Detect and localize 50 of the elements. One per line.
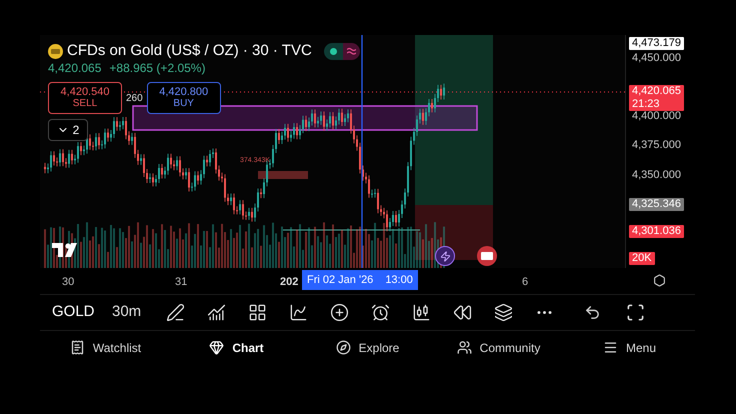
people-icon: [456, 340, 472, 355]
add-icon[interactable]: [330, 303, 349, 322]
grid-icon[interactable]: [248, 303, 267, 322]
price-label: 4,325.346: [629, 198, 684, 211]
alarm-icon[interactable]: [371, 303, 390, 322]
layers-icon[interactable]: [494, 303, 513, 322]
market-status-pill[interactable]: [324, 42, 360, 60]
spread-value: 260: [126, 92, 143, 106]
nav-tab[interactable]: Explore: [302, 338, 433, 356]
line-chart-icon[interactable]: [289, 303, 308, 322]
nav-tab[interactable]: Chart: [171, 338, 302, 356]
list-icon: [70, 340, 85, 355]
time-label: 31: [175, 275, 188, 290]
symbol-title: CFDs on Gold (US$ / OZ) · 30 · TVC: [67, 41, 312, 61]
chart-icon[interactable]: [207, 303, 226, 322]
pen-icon[interactable]: [166, 303, 185, 322]
candlestick-icon[interactable]: [412, 303, 431, 322]
sell-button[interactable]: 4,420.540 SELL: [48, 82, 122, 114]
price-label: 20K: [629, 252, 655, 265]
gem-icon: [209, 340, 224, 355]
price-label: 4,450.000: [631, 52, 682, 65]
price-change: +88.965 (+2.05%): [109, 60, 206, 77]
rewind-icon[interactable]: [453, 303, 472, 322]
time-label: 202: [280, 275, 298, 290]
nav-tab[interactable]: Menu: [564, 338, 695, 356]
time-label: 6: [522, 275, 528, 290]
wave-icon: [346, 47, 356, 56]
settings-icon[interactable]: [653, 274, 666, 287]
compass-icon: [336, 340, 351, 355]
price-label: 4,350.000: [631, 169, 682, 182]
buy-button[interactable]: 4,420.800 BUY: [146, 82, 221, 114]
fullscreen-icon[interactable]: [626, 303, 645, 322]
indicators-toggle[interactable]: 2: [48, 119, 88, 141]
nav-tab[interactable]: Watchlist: [40, 338, 171, 356]
flash-icon[interactable]: [435, 246, 455, 266]
nav-tab[interactable]: Community: [433, 338, 564, 356]
price-label: 4,400.000: [631, 110, 682, 123]
price-label: 4,473.179: [629, 37, 684, 50]
symbol-button[interactable]: GOLD: [52, 301, 112, 324]
undo-icon[interactable]: [584, 304, 601, 321]
menu-icon: [602, 340, 618, 355]
logo-icon: [52, 243, 78, 257]
interval-button[interactable]: 30m: [112, 301, 166, 324]
price-label: 4,301.036: [629, 225, 684, 238]
price-label: 4,420.065 21:23: [629, 85, 684, 111]
crosshair-time-label: Fri 02 Jan '26 13:00: [302, 270, 418, 290]
price-label: 4,375.000: [631, 139, 682, 152]
time-label: 30: [62, 275, 74, 290]
last-price: 4,420.065: [48, 60, 102, 77]
coin-logo-icon: [48, 44, 63, 59]
